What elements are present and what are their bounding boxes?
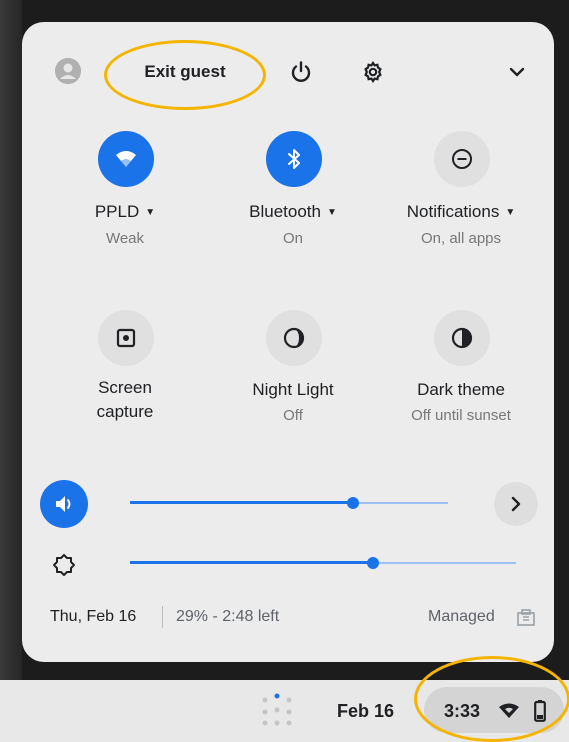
wifi-status: Weak	[105, 230, 145, 247]
power-button[interactable]	[281, 52, 321, 92]
volume-fill	[130, 501, 353, 504]
caret-down-icon: ▼	[326, 207, 337, 218]
notifications-label[interactable]: Notifications ▼	[386, 200, 536, 225]
date-label[interactable]: Thu, Feb 16	[50, 608, 136, 626]
bluetooth-icon	[288, 149, 300, 169]
night-light-icon	[283, 327, 305, 349]
guest-avatar	[55, 58, 81, 84]
shelf-time[interactable]: 3:33	[444, 701, 480, 722]
night-light-toggle[interactable]	[266, 310, 322, 366]
brightness-thumb[interactable]	[367, 557, 379, 569]
brightness-button	[44, 545, 84, 585]
wifi-network-name: PPLD	[94, 202, 140, 221]
settings-button[interactable]	[353, 52, 393, 92]
notifications-status: On, all apps	[420, 230, 502, 247]
shelf-date[interactable]: Feb 16	[337, 701, 394, 722]
caret-down-icon: ▼	[505, 207, 516, 218]
audio-settings-button[interactable]	[494, 482, 538, 526]
managed-label[interactable]: Managed	[428, 608, 495, 626]
screen-capture-label[interactable]: Screen capture	[50, 376, 200, 424]
notifications-toggle[interactable]	[434, 131, 490, 187]
chevron-right-icon	[511, 496, 521, 512]
exit-guest-button[interactable]: Exit guest	[120, 52, 250, 92]
brightness-fill	[130, 561, 373, 564]
dark-theme-status: Off until sunset	[411, 407, 511, 424]
volume-slider[interactable]	[130, 496, 448, 510]
battery-icon	[534, 700, 546, 727]
brightness-slider[interactable]	[130, 556, 516, 570]
footer-divider	[162, 606, 163, 628]
night-light-status: Off	[283, 407, 303, 424]
launcher-dots-icon[interactable]	[255, 690, 299, 735]
collapse-button[interactable]	[497, 52, 537, 92]
mute-button[interactable]	[40, 480, 88, 528]
notifications-icon	[452, 149, 472, 169]
wifi-label[interactable]: PPLD ▼	[50, 200, 200, 225]
battery-status[interactable]: 29% - 2:48 left	[176, 608, 279, 626]
bluetooth-toggle[interactable]	[266, 131, 322, 187]
bluetooth-name: Bluetooth	[249, 202, 321, 221]
dark-theme-toggle[interactable]	[434, 310, 490, 366]
managed-icon	[516, 609, 536, 632]
caret-down-icon: ▼	[145, 207, 156, 218]
tray-wifi-icon	[498, 702, 520, 725]
dark-theme-icon	[451, 327, 473, 349]
night-light-label[interactable]: Night Light	[218, 378, 368, 402]
bluetooth-status: On	[282, 230, 303, 247]
notifications-name: Notifications	[406, 202, 500, 221]
screen-capture-toggle[interactable]	[98, 310, 154, 366]
volume-icon	[56, 496, 71, 512]
desktop-wallpaper-edge	[0, 0, 22, 680]
bluetooth-label[interactable]: Bluetooth ▼	[218, 200, 368, 225]
gear-icon	[364, 61, 382, 83]
screen-capture-icon	[116, 328, 136, 348]
person-icon	[55, 58, 81, 84]
chevron-down-icon	[509, 67, 525, 77]
dark-theme-label[interactable]: Dark theme	[386, 378, 536, 402]
volume-thumb[interactable]	[347, 497, 359, 509]
wifi-icon	[116, 151, 136, 167]
brightness-icon	[53, 554, 75, 576]
wifi-toggle[interactable]	[98, 131, 154, 187]
power-icon	[291, 61, 311, 82]
